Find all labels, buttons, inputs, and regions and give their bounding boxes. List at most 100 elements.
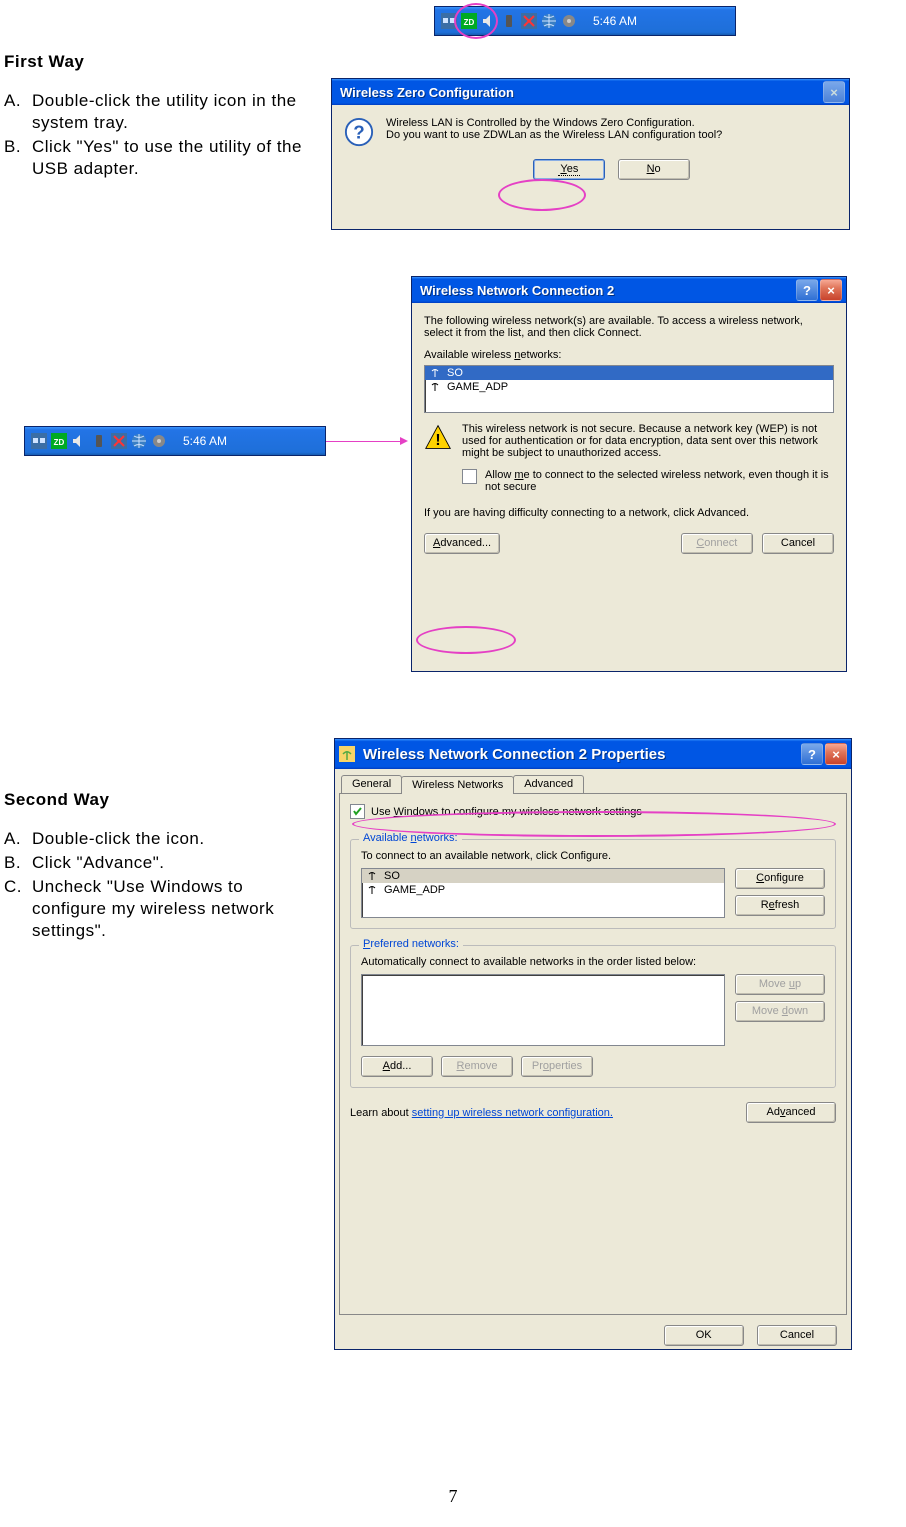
- usb-icon: [501, 13, 517, 29]
- remove-button: Remove: [441, 1056, 513, 1077]
- learn-link[interactable]: setting up wireless network configuratio…: [412, 1107, 613, 1119]
- close-icon[interactable]: ×: [825, 743, 847, 765]
- yes-button[interactable]: Yes: [533, 159, 605, 180]
- tab-panel: Use Windows to configure my wireless net…: [339, 793, 847, 1315]
- warning-text: This wireless network is not secure. Bec…: [462, 423, 834, 459]
- network-name: SO: [447, 367, 463, 379]
- question-icon: ?: [344, 117, 374, 147]
- usb-icon: [91, 433, 107, 449]
- configure-button[interactable]: Configure: [735, 868, 825, 889]
- group-title: Preferred networks:: [359, 938, 463, 950]
- second-way-heading: Second Way: [4, 790, 109, 810]
- refresh-button[interactable]: Refresh: [735, 895, 825, 916]
- cancel-button[interactable]: Cancel: [757, 1325, 837, 1346]
- titlebar[interactable]: Wireless Network Connection 2 Properties…: [335, 739, 851, 769]
- cancel-button[interactable]: Cancel: [762, 533, 834, 554]
- dialog-wireless-connection: Wireless Network Connection 2 ? × The fo…: [411, 276, 847, 672]
- svg-text:ZD: ZD: [54, 438, 65, 447]
- add-button[interactable]: Add...: [361, 1056, 433, 1077]
- advanced-button[interactable]: Advanced: [746, 1102, 836, 1123]
- zd-utility-icon[interactable]: ZD: [461, 13, 477, 29]
- network-name: GAME_ADP: [447, 381, 508, 393]
- tab-advanced[interactable]: Advanced: [513, 775, 584, 793]
- available-label: Available wireless networks:: [424, 349, 834, 361]
- clock: 5:46 AM: [583, 14, 647, 28]
- dialog-properties: Wireless Network Connection 2 Properties…: [334, 738, 852, 1350]
- network-icon: [31, 433, 47, 449]
- dialog-line2: Do you want to use ZDWLan as the Wireles…: [386, 129, 837, 141]
- titlebar[interactable]: Wireless Zero Configuration ×: [332, 79, 849, 105]
- system-tray: ZD 5:46 AM: [434, 6, 736, 36]
- help-icon[interactable]: ?: [801, 743, 823, 765]
- list-item[interactable]: GAME_ADP: [425, 380, 833, 394]
- help-icon[interactable]: ?: [796, 279, 818, 301]
- move-up-button: Move up: [735, 974, 825, 995]
- arrow-line: [326, 441, 400, 442]
- title-text: Wireless Network Connection 2 Properties: [359, 746, 801, 763]
- arrow-head-icon: [400, 437, 408, 445]
- svg-text:ZD: ZD: [464, 18, 475, 27]
- preferred-networks-group: Preferred networks: Automatically connec…: [350, 945, 836, 1088]
- available-networks-group: Available networks: To connect to an ava…: [350, 839, 836, 929]
- speaker-icon: [151, 433, 167, 449]
- speaker-icon: [561, 13, 577, 29]
- dialog-body: ? Wireless LAN is Controlled by the Wind…: [332, 105, 849, 192]
- allow-checkbox[interactable]: [462, 469, 477, 484]
- difficulty-text: If you are having difficulty connecting …: [424, 507, 834, 519]
- close-icon[interactable]: ×: [820, 279, 842, 301]
- no-button[interactable]: No: [618, 159, 690, 180]
- ok-button[interactable]: OK: [664, 1325, 744, 1346]
- first-way-step-b: B.Click "Yes" to use the utility of the …: [4, 136, 304, 180]
- volume-icon: [481, 13, 497, 29]
- network-name: GAME_ADP: [384, 884, 445, 896]
- use-windows-label: Use Windows to configure my wireless net…: [371, 806, 642, 818]
- tab-wireless-networks[interactable]: Wireless Networks: [401, 776, 514, 794]
- first-way-steps: A.Double-click the utility icon in the s…: [4, 90, 304, 182]
- dialog-line1: Wireless LAN is Controlled by the Window…: [386, 117, 837, 129]
- connect-button: Connect: [681, 533, 753, 554]
- antenna-icon: [366, 884, 378, 896]
- volume-icon: [71, 433, 87, 449]
- network-disabled-icon: [111, 433, 127, 449]
- zd-utility-icon[interactable]: ZD: [51, 433, 67, 449]
- properties-button: Properties: [521, 1056, 593, 1077]
- list-item[interactable]: GAME_ADP: [362, 883, 724, 897]
- tab-general[interactable]: General: [341, 775, 402, 793]
- page-number: 7: [0, 1486, 906, 1507]
- available-desc: To connect to an available network, clic…: [361, 850, 825, 862]
- svg-text:!: !: [435, 432, 440, 449]
- globe-icon: [131, 433, 147, 449]
- available-networks-list[interactable]: SO GAME_ADP: [424, 365, 834, 413]
- second-way-step-c: C.Uncheck "Use Windows to configure my w…: [4, 876, 314, 942]
- globe-icon: [541, 13, 557, 29]
- tab-strip: General Wireless Networks Advanced: [335, 769, 851, 793]
- first-way-step-a: A.Double-click the utility icon in the s…: [4, 90, 304, 134]
- antenna-icon: [429, 367, 441, 379]
- antenna-icon: [366, 870, 378, 882]
- second-way-steps: A.Double-click the icon. B.Click "Advanc…: [4, 828, 314, 944]
- titlebar[interactable]: Wireless Network Connection 2 ? ×: [412, 277, 846, 303]
- close-icon: ×: [823, 81, 845, 103]
- wireless-icon: [339, 746, 355, 762]
- dialog-wireless-zero-config: Wireless Zero Configuration × ? Wireless…: [331, 78, 850, 230]
- second-way-step-b: B.Click "Advance".: [4, 852, 314, 874]
- clock: 5:46 AM: [173, 434, 237, 448]
- move-down-button: Move down: [735, 1001, 825, 1022]
- second-way-step-a: A.Double-click the icon.: [4, 828, 314, 850]
- tray-icon-group: ZD: [435, 13, 583, 29]
- checkbox-label: Allow me to connect to the selected wire…: [485, 469, 834, 493]
- antenna-icon: [429, 381, 441, 393]
- warning-icon: !: [424, 423, 452, 451]
- network-icon: [441, 13, 457, 29]
- advanced-button[interactable]: Advanced...: [424, 533, 500, 554]
- use-windows-checkbox[interactable]: [350, 804, 365, 819]
- group-title: Available networks:: [359, 832, 462, 844]
- list-item[interactable]: SO: [425, 366, 833, 380]
- page: ZD 5:46 AM First Way A.Double-click the …: [0, 0, 906, 1527]
- preferred-list[interactable]: [361, 974, 725, 1046]
- intro-text: The following wireless network(s) are av…: [424, 315, 834, 339]
- system-tray-2: ZD 5:46 AM: [24, 426, 326, 456]
- list-item[interactable]: SO: [362, 869, 724, 883]
- available-list[interactable]: SO GAME_ADP: [361, 868, 725, 918]
- preferred-desc: Automatically connect to available netwo…: [361, 956, 825, 968]
